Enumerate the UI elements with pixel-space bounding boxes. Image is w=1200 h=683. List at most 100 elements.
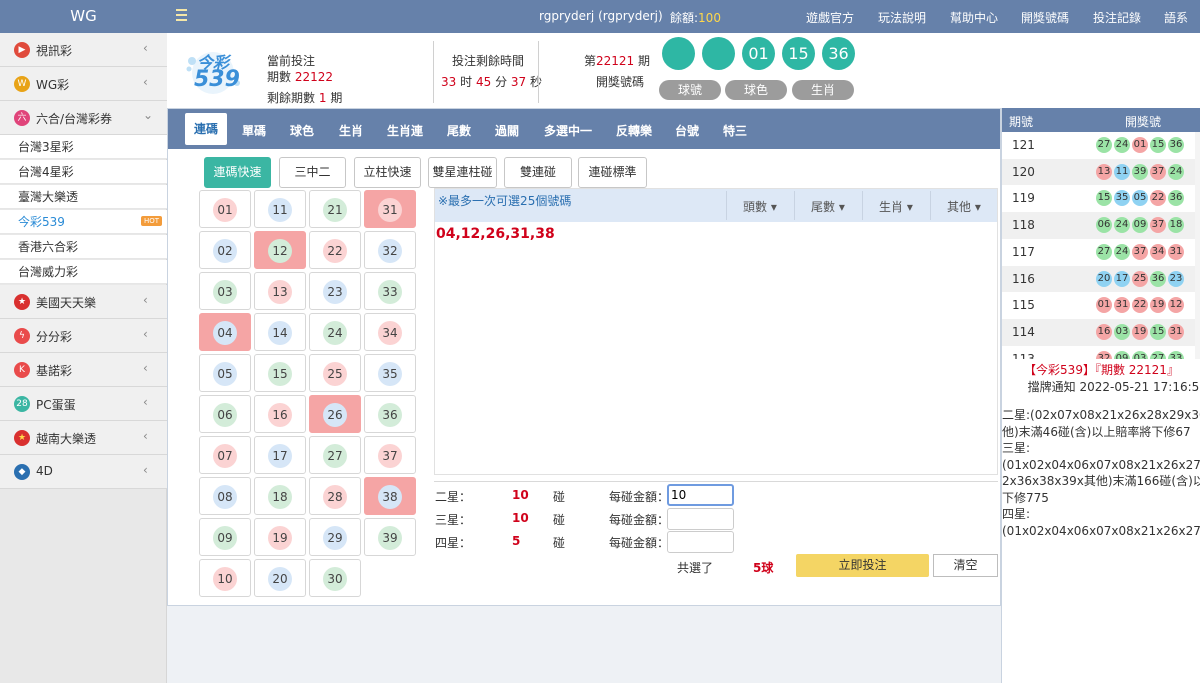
- sidebar-item-mark-six[interactable]: 六 六合/台灣彩券 ⌄: [0, 101, 167, 135]
- history-scrollbar[interactable]: [1195, 132, 1200, 359]
- history-list[interactable]: 121 27 24 01 15 36 120 13 11 39 37 24 119 15 35 05 22 36 1…: [1002, 132, 1195, 359]
- number-cell[interactable]: 17: [254, 436, 306, 474]
- number-cell[interactable]: 01: [199, 190, 251, 228]
- nav-official[interactable]: 遊戲官方: [806, 9, 854, 26]
- number-cell[interactable]: 24: [309, 313, 361, 351]
- number-cell[interactable]: 31: [364, 190, 416, 228]
- number-cell[interactable]: 33: [364, 272, 416, 310]
- number-cell[interactable]: 23: [309, 272, 361, 310]
- sidebar-sub-power[interactable]: 台灣威力彩: [0, 260, 167, 284]
- sidebar-sub-hk-mark-six[interactable]: 香港六合彩: [0, 235, 167, 259]
- zodiac-toggle[interactable]: 生肖: [792, 80, 854, 100]
- menu-icon[interactable]: [176, 9, 187, 21]
- number-cell[interactable]: 38: [364, 477, 416, 515]
- sidebar-sub-4star[interactable]: 台灣4星彩: [0, 160, 167, 184]
- number-cell[interactable]: 15: [254, 354, 306, 392]
- number-cell[interactable]: 05: [199, 354, 251, 392]
- history-ball: 06: [1096, 217, 1112, 234]
- tab-tail[interactable]: 尾數: [447, 122, 471, 139]
- filter-other[interactable]: 其他 ▾: [947, 198, 981, 215]
- four-star-amount-input[interactable]: [667, 531, 734, 553]
- nav-bet-records[interactable]: 投注記錄: [1093, 9, 1141, 26]
- number-cell[interactable]: 27: [309, 436, 361, 474]
- nav-results[interactable]: 開獎號碼: [1021, 9, 1069, 26]
- number-cell[interactable]: 13: [254, 272, 306, 310]
- number-cell[interactable]: 16: [254, 395, 306, 433]
- number-cell[interactable]: 12: [254, 231, 306, 269]
- number-cell[interactable]: 28: [309, 477, 361, 515]
- subtab-pillar-quick[interactable]: 立柱快速: [354, 157, 421, 188]
- sidebar-sub-539[interactable]: 今彩539 HOT: [0, 210, 167, 234]
- tab-zodiac[interactable]: 生肖: [339, 122, 363, 139]
- subtab-double[interactable]: 雙連碰: [504, 157, 572, 188]
- filter-tail[interactable]: 尾數 ▾: [811, 198, 845, 215]
- number-cell[interactable]: 25: [309, 354, 361, 392]
- number-cell[interactable]: 18: [254, 477, 306, 515]
- sidebar-item-us-daily[interactable]: ★ 美國天天樂 ‹: [0, 285, 167, 319]
- tab-zodiac-combo[interactable]: 生肖連: [387, 122, 423, 139]
- history-ball: 23: [1168, 270, 1184, 287]
- three-star-amount-input[interactable]: [667, 508, 734, 530]
- sidebar-item-pc-egg[interactable]: 28 PC蛋蛋 ‹: [0, 387, 167, 421]
- tab-danma[interactable]: 單碼: [242, 122, 266, 139]
- chevron-left-icon: ‹: [143, 361, 148, 375]
- number-cell[interactable]: 22: [309, 231, 361, 269]
- sidebar-item-video-lottery[interactable]: ▶ 視訊彩 ‹: [0, 33, 167, 67]
- history-ball: 36: [1168, 137, 1184, 153]
- tab-multi-pick[interactable]: 多選中一: [544, 122, 592, 139]
- number-cell[interactable]: 09: [199, 518, 251, 556]
- number-cell[interactable]: 39: [364, 518, 416, 556]
- number-cell[interactable]: 26: [309, 395, 361, 433]
- number-cell[interactable]: 32: [364, 231, 416, 269]
- current-bet-label: 當前投注: [267, 54, 316, 68]
- number-cell[interactable]: 03: [199, 272, 251, 310]
- nav-help[interactable]: 幫助中心: [950, 9, 998, 26]
- number-cell[interactable]: 21: [309, 190, 361, 228]
- tab-reverse[interactable]: 反轉樂: [616, 122, 652, 139]
- clear-button[interactable]: 清空: [933, 554, 998, 577]
- sidebar-item-4d[interactable]: ◆ 4D ‹: [0, 455, 167, 489]
- ball-number-toggle[interactable]: 球號: [659, 80, 721, 100]
- number-cell[interactable]: 11: [254, 190, 306, 228]
- subtab-double-pillar[interactable]: 雙星連柱碰: [428, 157, 497, 188]
- number-cell[interactable]: 29: [309, 518, 361, 556]
- number-cell[interactable]: 30: [309, 559, 361, 597]
- number-cell[interactable]: 06: [199, 395, 251, 433]
- number-cell[interactable]: 08: [199, 477, 251, 515]
- nav-language[interactable]: 語系: [1164, 9, 1188, 26]
- sidebar-item-keno[interactable]: K 基諾彩 ‹: [0, 353, 167, 387]
- tab-parlay[interactable]: 過關: [495, 122, 519, 139]
- sidebar-sub-3star[interactable]: 台灣3星彩: [0, 135, 167, 159]
- number-cell[interactable]: 34: [364, 313, 416, 351]
- number-cell[interactable]: 04: [199, 313, 251, 351]
- tab-special-three[interactable]: 特三: [723, 122, 747, 139]
- sidebar-item-minute-lottery[interactable]: ϟ 分分彩 ‹: [0, 319, 167, 353]
- number-cell[interactable]: 07: [199, 436, 251, 474]
- two-star-amount-input[interactable]: [667, 484, 734, 506]
- subtab-three-two[interactable]: 三中二: [279, 157, 346, 188]
- nav-rules[interactable]: 玩法說明: [878, 9, 926, 26]
- number-cell[interactable]: 14: [254, 313, 306, 351]
- submit-bet-button[interactable]: 立即投注: [796, 554, 929, 577]
- tab-ball-color[interactable]: 球色: [290, 122, 314, 139]
- tab-lianma[interactable]: 連碼: [185, 113, 228, 145]
- draw-period: 第22121 期: [584, 52, 650, 69]
- number-cell[interactable]: 35: [364, 354, 416, 392]
- history-ball: 01: [1096, 297, 1112, 314]
- tab-taihao[interactable]: 台號: [675, 122, 699, 139]
- filter-head[interactable]: 頭數 ▾: [743, 198, 777, 215]
- sidebar-item-vietnam-lotto[interactable]: ★ 越南大樂透 ‹: [0, 421, 167, 455]
- brand-logo[interactable]: WG: [0, 0, 167, 33]
- subtab-quick[interactable]: 連碼快速: [204, 157, 271, 188]
- number-cell[interactable]: 10: [199, 559, 251, 597]
- ball-color-toggle[interactable]: 球色: [725, 80, 787, 100]
- number-cell[interactable]: 19: [254, 518, 306, 556]
- number-cell[interactable]: 36: [364, 395, 416, 433]
- number-cell[interactable]: 02: [199, 231, 251, 269]
- subtab-standard[interactable]: 連碰標準: [578, 157, 647, 188]
- sidebar-sub-lotto[interactable]: 臺灣大樂透: [0, 185, 167, 209]
- filter-zodiac[interactable]: 生肖 ▾: [879, 198, 913, 215]
- sidebar-item-wg-lottery[interactable]: W WG彩 ‹: [0, 67, 167, 101]
- number-cell[interactable]: 20: [254, 559, 306, 597]
- number-cell[interactable]: 37: [364, 436, 416, 474]
